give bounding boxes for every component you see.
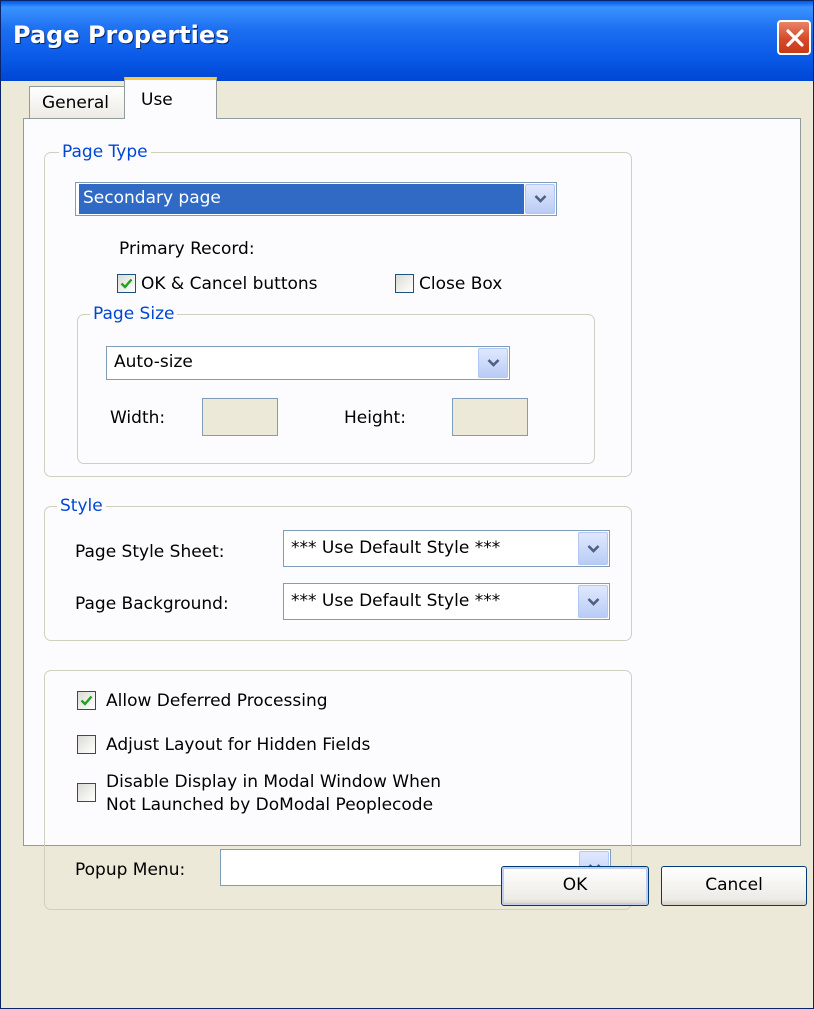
ok-cancel-label: OK & Cancel buttons [141,274,318,294]
tab-use[interactable]: Use [124,77,217,119]
width-input[interactable] [202,398,278,436]
page-type-dropdown-button[interactable] [525,184,555,214]
ok-button-label: OK [562,875,588,895]
checkmark-icon [80,695,93,706]
cancel-button-label: Cancel [705,875,763,895]
disable-modal-checkbox[interactable] [77,783,96,802]
tab-use-label: Use [141,90,173,110]
popup-menu-label: Popup Menu: [75,860,186,880]
disable-modal-label-line1: Disable Display in Modal Window When [106,772,442,792]
ok-cancel-checkbox[interactable] [117,274,136,293]
disable-modal-label-line2: Not Launched by DoModal Peoplecode [106,795,434,815]
chevron-down-icon [587,544,600,553]
window-title: Page Properties [13,21,230,49]
background-dropdown-button[interactable] [578,585,608,618]
style-group: Style Page Style Sheet: *** Use Default … [44,496,632,641]
page-type-select[interactable]: Secondary page [75,182,557,216]
style-sheet-dropdown-button[interactable] [578,532,608,565]
tab-general-label: General [42,93,109,113]
style-sheet-select[interactable]: *** Use Default Style *** [283,530,610,567]
ok-button[interactable]: OK [501,866,649,906]
page-size-legend: Page Size [90,304,178,324]
page-type-legend: Page Type [59,142,151,162]
style-legend: Style [57,496,106,516]
background-label: Page Background: [75,594,229,614]
tab-general[interactable]: General [29,86,125,118]
style-sheet-value: *** Use Default Style *** [291,538,501,558]
adjust-layout-checkbox[interactable] [77,735,96,754]
chevron-down-icon [587,597,600,606]
primary-record-label: Primary Record: [119,239,255,259]
page-size-value: Auto-size [114,352,193,372]
page-size-dropdown-button[interactable] [478,348,508,378]
close-icon [786,29,804,47]
allow-deferred-checkbox[interactable] [77,691,96,710]
page-size-select[interactable]: Auto-size [106,346,510,380]
chevron-down-icon [487,359,500,367]
height-input[interactable] [452,398,528,436]
background-value: *** Use Default Style *** [291,591,501,611]
style-sheet-label: Page Style Sheet: [75,542,225,562]
checkmark-icon [120,278,133,289]
close-box-label: Close Box [419,274,503,294]
page-size-group: Page Size Auto-size Width: Height: [77,304,595,464]
tab-panel-use: Page Type Secondary page Primary Record:… [23,118,801,910]
page-type-group: Page Type Secondary page Primary Record:… [44,142,632,477]
cancel-button[interactable]: Cancel [661,866,807,906]
close-box-checkbox[interactable] [395,274,414,293]
page-type-value: Secondary page [79,184,524,214]
page-properties-dialog: Page Properties General Use Page Type Se… [0,0,814,1009]
allow-deferred-label: Allow Deferred Processing [106,691,328,711]
width-label: Width: [110,408,166,428]
adjust-layout-label: Adjust Layout for Hidden Fields [106,735,371,755]
close-button[interactable] [777,20,811,55]
chevron-down-icon [534,195,547,203]
title-bar[interactable]: Page Properties [1,1,813,81]
height-label: Height: [344,408,406,428]
background-select[interactable]: *** Use Default Style *** [283,583,610,620]
